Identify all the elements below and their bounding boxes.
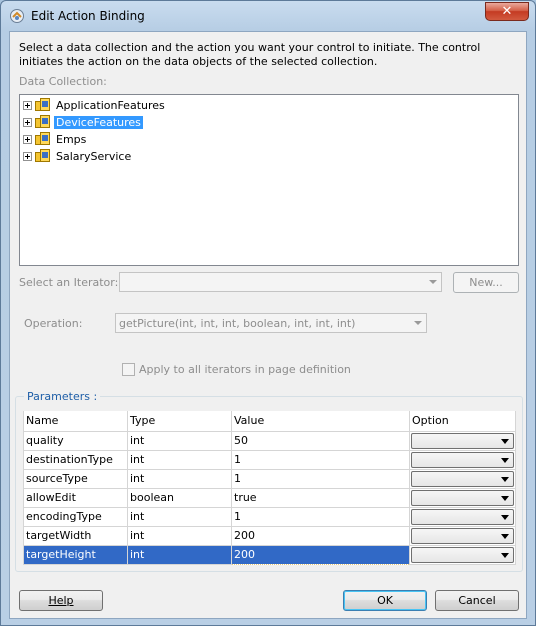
tree-item-label: ApplicationFeatures — [56, 98, 165, 112]
param-value[interactable]: 1 — [231, 449, 410, 470]
data-collection-icon — [35, 98, 51, 112]
param-name: encodingType — [23, 506, 128, 527]
param-value[interactable]: 1 — [231, 468, 410, 489]
apply-all-checkbox[interactable] — [122, 363, 135, 376]
column-header-type[interactable]: Type — [127, 411, 232, 432]
dropdown-arrow-icon — [501, 457, 509, 463]
tree-item-label: DeviceFeatures — [54, 115, 143, 129]
dropdown-arrow-icon — [501, 514, 509, 520]
title-bar[interactable]: Edit Action Binding ✕ — [1, 1, 535, 31]
expand-icon[interactable] — [23, 134, 32, 144]
data-collection-label: Data Collection: — [19, 75, 107, 88]
dropdown-arrow-icon — [501, 495, 509, 501]
ok-button[interactable]: OK — [343, 590, 427, 611]
param-type: int — [127, 506, 232, 527]
param-value[interactable]: 200 — [231, 525, 410, 546]
column-header-option[interactable]: Option — [409, 411, 516, 432]
dropdown-arrow-icon — [501, 476, 509, 482]
tree-item-emps[interactable]: Emps — [23, 131, 88, 147]
data-collection-icon — [35, 149, 51, 163]
param-type: int — [127, 468, 232, 489]
expand-icon[interactable] — [23, 151, 32, 161]
tree-item-application-features[interactable]: ApplicationFeatures — [23, 97, 167, 113]
help-button[interactable]: Help — [19, 590, 103, 611]
param-type: boolean — [127, 487, 232, 508]
param-name: sourceType — [23, 468, 128, 489]
parameters-label: Parameters : — [24, 390, 101, 403]
option-select[interactable] — [411, 470, 514, 487]
option-select[interactable] — [411, 451, 514, 468]
cancel-button[interactable]: Cancel — [435, 590, 519, 611]
dropdown-arrow-icon — [429, 280, 437, 284]
param-type: int — [127, 430, 232, 451]
dropdown-arrow-icon — [501, 533, 509, 539]
param-name: targetWidth — [23, 525, 128, 546]
table-row[interactable]: destinationType int 1 — [23, 449, 516, 470]
table-row[interactable]: encodingType int 1 — [23, 506, 516, 527]
param-type: int — [127, 544, 232, 565]
param-value[interactable]: 1 — [231, 506, 410, 527]
dropdown-arrow-icon — [414, 321, 422, 325]
expand-icon[interactable] — [23, 117, 32, 127]
option-select[interactable] — [411, 489, 514, 506]
table-row[interactable]: allowEdit boolean true — [23, 487, 516, 508]
tree-item-salary-service[interactable]: SalaryService — [23, 148, 133, 164]
close-icon: ✕ — [501, 4, 513, 19]
iterator-select[interactable] — [119, 272, 442, 292]
param-value[interactable]: 200 — [231, 544, 410, 565]
window-title: Edit Action Binding — [31, 9, 145, 23]
data-collection-icon — [35, 115, 51, 129]
column-header-value[interactable]: Value — [231, 411, 410, 432]
description-text: Select a data collection and the action … — [19, 41, 481, 68]
new-iterator-button[interactable]: New... — [453, 272, 519, 293]
binding-icon — [10, 9, 24, 23]
tree-item-label: SalaryService — [56, 149, 132, 163]
param-type: int — [127, 449, 232, 470]
column-header-name[interactable]: Name — [23, 411, 128, 432]
expand-icon[interactable] — [23, 100, 32, 110]
operation-label: Operation: — [24, 317, 83, 330]
dropdown-arrow-icon — [501, 438, 509, 444]
tree-item-device-features[interactable]: DeviceFeatures — [23, 114, 143, 130]
table-row[interactable]: sourceType int 1 — [23, 468, 516, 489]
param-name: allowEdit — [23, 487, 128, 508]
dropdown-arrow-icon — [501, 552, 509, 558]
operation-select[interactable]: getPicture(int, int, int, boolean, int, … — [115, 313, 427, 333]
tree-item-label: Emps — [56, 132, 87, 146]
iterator-label: Select an Iterator: — [19, 276, 119, 289]
option-select[interactable] — [411, 527, 514, 544]
table-row[interactable]: targetWidth int 200 — [23, 525, 516, 546]
option-select[interactable] — [411, 546, 514, 563]
apply-all-label: Apply to all iterators in page definitio… — [139, 363, 351, 376]
table-row[interactable]: quality int 50 — [23, 430, 516, 451]
help-button-label: Help — [48, 594, 74, 607]
parameters-table: Name Type Value Option quality int 50 de… — [23, 411, 516, 565]
dialog-body: Select a data collection and the action … — [9, 31, 527, 619]
param-value[interactable]: true — [231, 487, 410, 508]
option-select[interactable] — [411, 508, 514, 525]
data-collection-icon — [35, 132, 51, 146]
param-name: destinationType — [23, 449, 128, 470]
table-header-row: Name Type Value Option — [23, 411, 516, 432]
param-value[interactable]: 50 — [231, 430, 410, 451]
param-name: quality — [23, 430, 128, 451]
param-type: int — [127, 525, 232, 546]
close-button[interactable]: ✕ — [485, 2, 529, 21]
param-name: targetHeight — [23, 544, 128, 565]
table-row-selected[interactable]: targetHeight int 200 — [23, 544, 516, 565]
operation-value: getPicture(int, int, int, boolean, int, … — [119, 317, 356, 330]
data-collection-tree[interactable]: ApplicationFeatures DeviceFeatures Emps … — [19, 94, 519, 266]
dialog-window: Edit Action Binding ✕ Select a data coll… — [0, 0, 536, 626]
option-select[interactable] — [411, 432, 514, 449]
